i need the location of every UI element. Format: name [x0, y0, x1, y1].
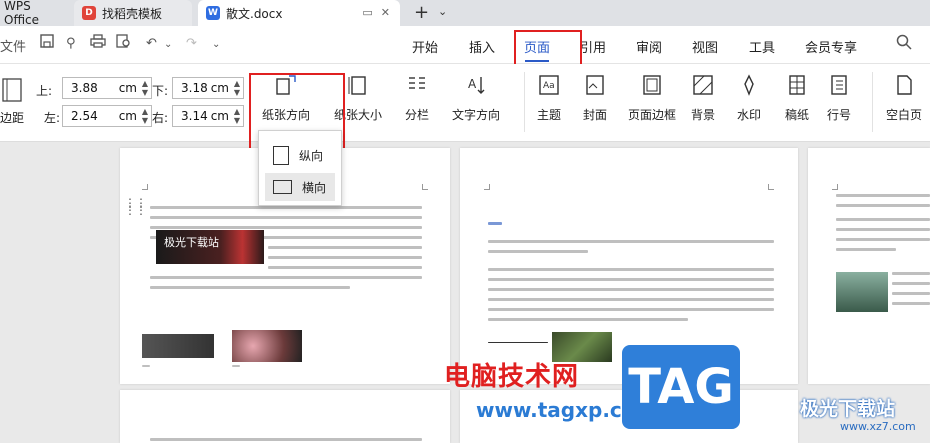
menu-tools[interactable]: 工具 — [749, 37, 775, 56]
chevron-down-icon[interactable]: ⌄ — [164, 39, 172, 50]
image-caption: 极光下载站 — [164, 236, 219, 249]
undo-icon[interactable]: ↶ — [146, 36, 157, 51]
drag-handle-icon[interactable]: ⋮⋮ ⋮⋮ — [124, 197, 147, 216]
menu-member[interactable]: 会员专享 — [805, 37, 857, 56]
margin-icon — [2, 78, 22, 105]
cover-icon — [582, 72, 608, 98]
document-page-3 — [808, 148, 930, 384]
ribbon-separator — [524, 72, 525, 132]
tab-label: 找稻壳模板 — [102, 6, 163, 21]
xz7-logo-url: www.xz7.com — [840, 420, 916, 433]
city-photo[interactable] — [836, 272, 888, 312]
print-icon[interactable] — [90, 34, 106, 52]
thumbnail-photo[interactable] — [142, 334, 214, 358]
text-direction-icon: A — [463, 72, 489, 98]
margin-bottom-input[interactable]: 3.18 cm ▲ ▼ — [172, 77, 244, 99]
text-direction-button[interactable]: A 文字方向 — [452, 72, 500, 123]
tab-label: WPS Office — [4, 0, 40, 27]
ribbon-separator — [872, 72, 873, 132]
monitor-icon[interactable]: ▭ — [362, 6, 372, 19]
paper-size-icon — [345, 72, 371, 98]
margin-top-input[interactable]: 3.88 cm ▲ ▼ — [62, 77, 152, 99]
svg-text:Aa: Aa — [543, 81, 555, 91]
document-page-4 — [120, 390, 450, 443]
tag-logo: TAG — [622, 345, 740, 429]
ribbon-page: 边距 上: 3.88 cm ▲ ▼ 下: 3.18 cm ▲ ▼ 左: 2.54 cm ▲ ▼ 右… — [0, 64, 930, 142]
tab-document[interactable]: W 散文.docx ▭ ✕ — [198, 0, 400, 26]
link-icon[interactable]: ⚲ — [66, 36, 76, 51]
cover-button[interactable]: 封面 — [582, 72, 608, 123]
search-icon[interactable] — [896, 34, 912, 54]
flower-photo[interactable] — [232, 330, 302, 362]
close-icon[interactable]: ✕ — [381, 6, 390, 19]
tab-label: 散文.docx — [226, 6, 283, 21]
draft-paper-button[interactable]: 稿纸 — [784, 72, 810, 123]
blank-page-button[interactable]: 空白页 — [886, 72, 922, 123]
watermark-icon — [736, 72, 762, 98]
line-number-icon — [826, 72, 852, 98]
columns-button[interactable]: 分栏 — [404, 72, 430, 123]
menu-bar: 文件 ⚲ ↶ ⌄ ↷ ⌄ 开始 插入 页面 引用 审阅 视图 工具 会员专享 — [0, 26, 930, 64]
stepper-icon[interactable]: ▲ ▼ — [142, 107, 148, 125]
theme-icon: Aa — [536, 72, 562, 98]
menu-home[interactable]: 开始 — [412, 37, 438, 56]
background-button[interactable]: 背景 — [690, 72, 716, 123]
stepper-icon[interactable]: ▲ ▼ — [234, 79, 240, 97]
menu-references[interactable]: 引用 — [580, 37, 606, 56]
columns-icon — [404, 72, 430, 98]
tab-wps-office[interactable]: WPS Office — [0, 0, 68, 27]
draft-paper-icon — [784, 72, 810, 98]
blank-page-icon — [891, 72, 917, 98]
word-doc-icon: W — [206, 6, 220, 20]
line-number-button[interactable]: 行号 — [826, 72, 852, 123]
orientation-dropdown: 纵向 横向 — [258, 130, 342, 206]
stepper-icon[interactable]: ▲ ▼ — [142, 79, 148, 97]
save-icon[interactable] — [40, 34, 54, 52]
new-tab-icon[interactable]: + — [414, 2, 429, 23]
svg-text:A: A — [468, 77, 477, 91]
margin-right-label: 右: — [152, 111, 169, 125]
margin-button[interactable]: 边距 — [0, 109, 24, 126]
tab-template[interactable]: D 找稻壳模板 — [74, 0, 192, 26]
stepper-icon[interactable]: ▲ ▼ — [234, 107, 240, 125]
portrait-page-icon — [273, 145, 289, 165]
page-border-button[interactable]: 页面边框 — [628, 72, 676, 123]
page-border-icon — [639, 72, 665, 98]
chevron-down-icon[interactable]: ⌄ — [212, 39, 220, 50]
orientation-landscape[interactable]: 横向 — [265, 173, 335, 201]
redo-icon[interactable]: ↷ — [186, 36, 197, 51]
margin-bottom-label: 下: — [152, 84, 169, 98]
theme-button[interactable]: Aa 主题 — [536, 72, 562, 123]
chevron-down-icon[interactable]: ⌄ — [438, 5, 447, 18]
print-preview-icon[interactable] — [116, 34, 132, 52]
menu-insert[interactable]: 插入 — [469, 37, 495, 56]
landscape-page-icon — [273, 180, 292, 194]
file-menu[interactable]: 文件 — [0, 36, 26, 55]
margin-right-input[interactable]: 3.14 cm ▲ ▼ — [172, 105, 244, 127]
menu-review[interactable]: 审阅 — [636, 37, 662, 56]
watermark-button[interactable]: 水印 — [736, 72, 762, 123]
background-icon — [690, 72, 716, 98]
menu-view[interactable]: 视图 — [692, 37, 718, 56]
tab-bar: WPS Office D 找稻壳模板 W 散文.docx ▭ ✕ + ⌄ — [0, 0, 930, 27]
template-icon: D — [82, 6, 96, 20]
xz7-logo-text: 极光下载站 — [800, 398, 896, 420]
margin-top-label: 上: — [36, 84, 53, 98]
orientation-portrait[interactable]: 纵向 — [265, 141, 335, 169]
margin-left-input[interactable]: 2.54 cm ▲ ▼ — [62, 105, 152, 127]
watermark-site-name: 电脑技术网 — [444, 362, 580, 392]
margin-left-label: 左: — [44, 111, 61, 125]
